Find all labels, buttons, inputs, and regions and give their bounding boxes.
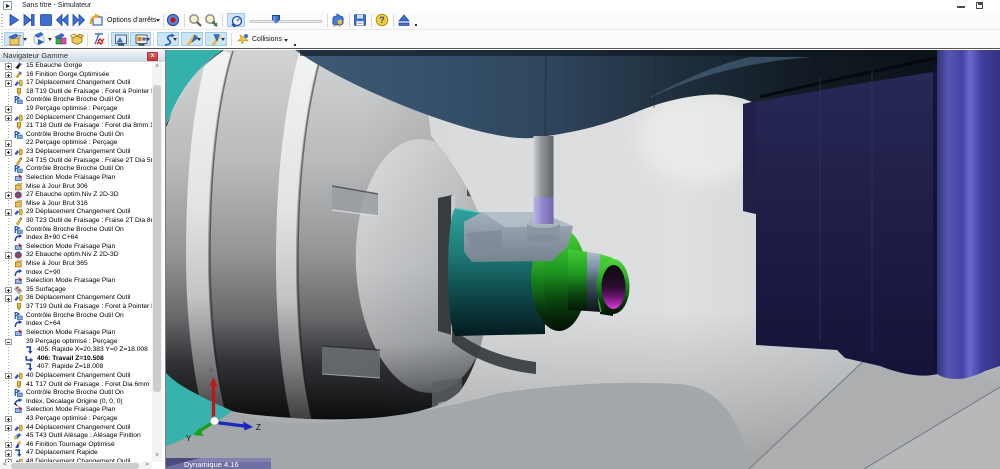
svg-text:×: × <box>209 366 214 375</box>
svg-text:Dynamique 4.16: Dynamique 4.16 <box>184 460 239 469</box>
svg-text:?: ? <box>379 15 385 25</box>
svg-text:Z: Z <box>256 423 261 432</box>
svg-text:Y: Y <box>186 434 192 443</box>
